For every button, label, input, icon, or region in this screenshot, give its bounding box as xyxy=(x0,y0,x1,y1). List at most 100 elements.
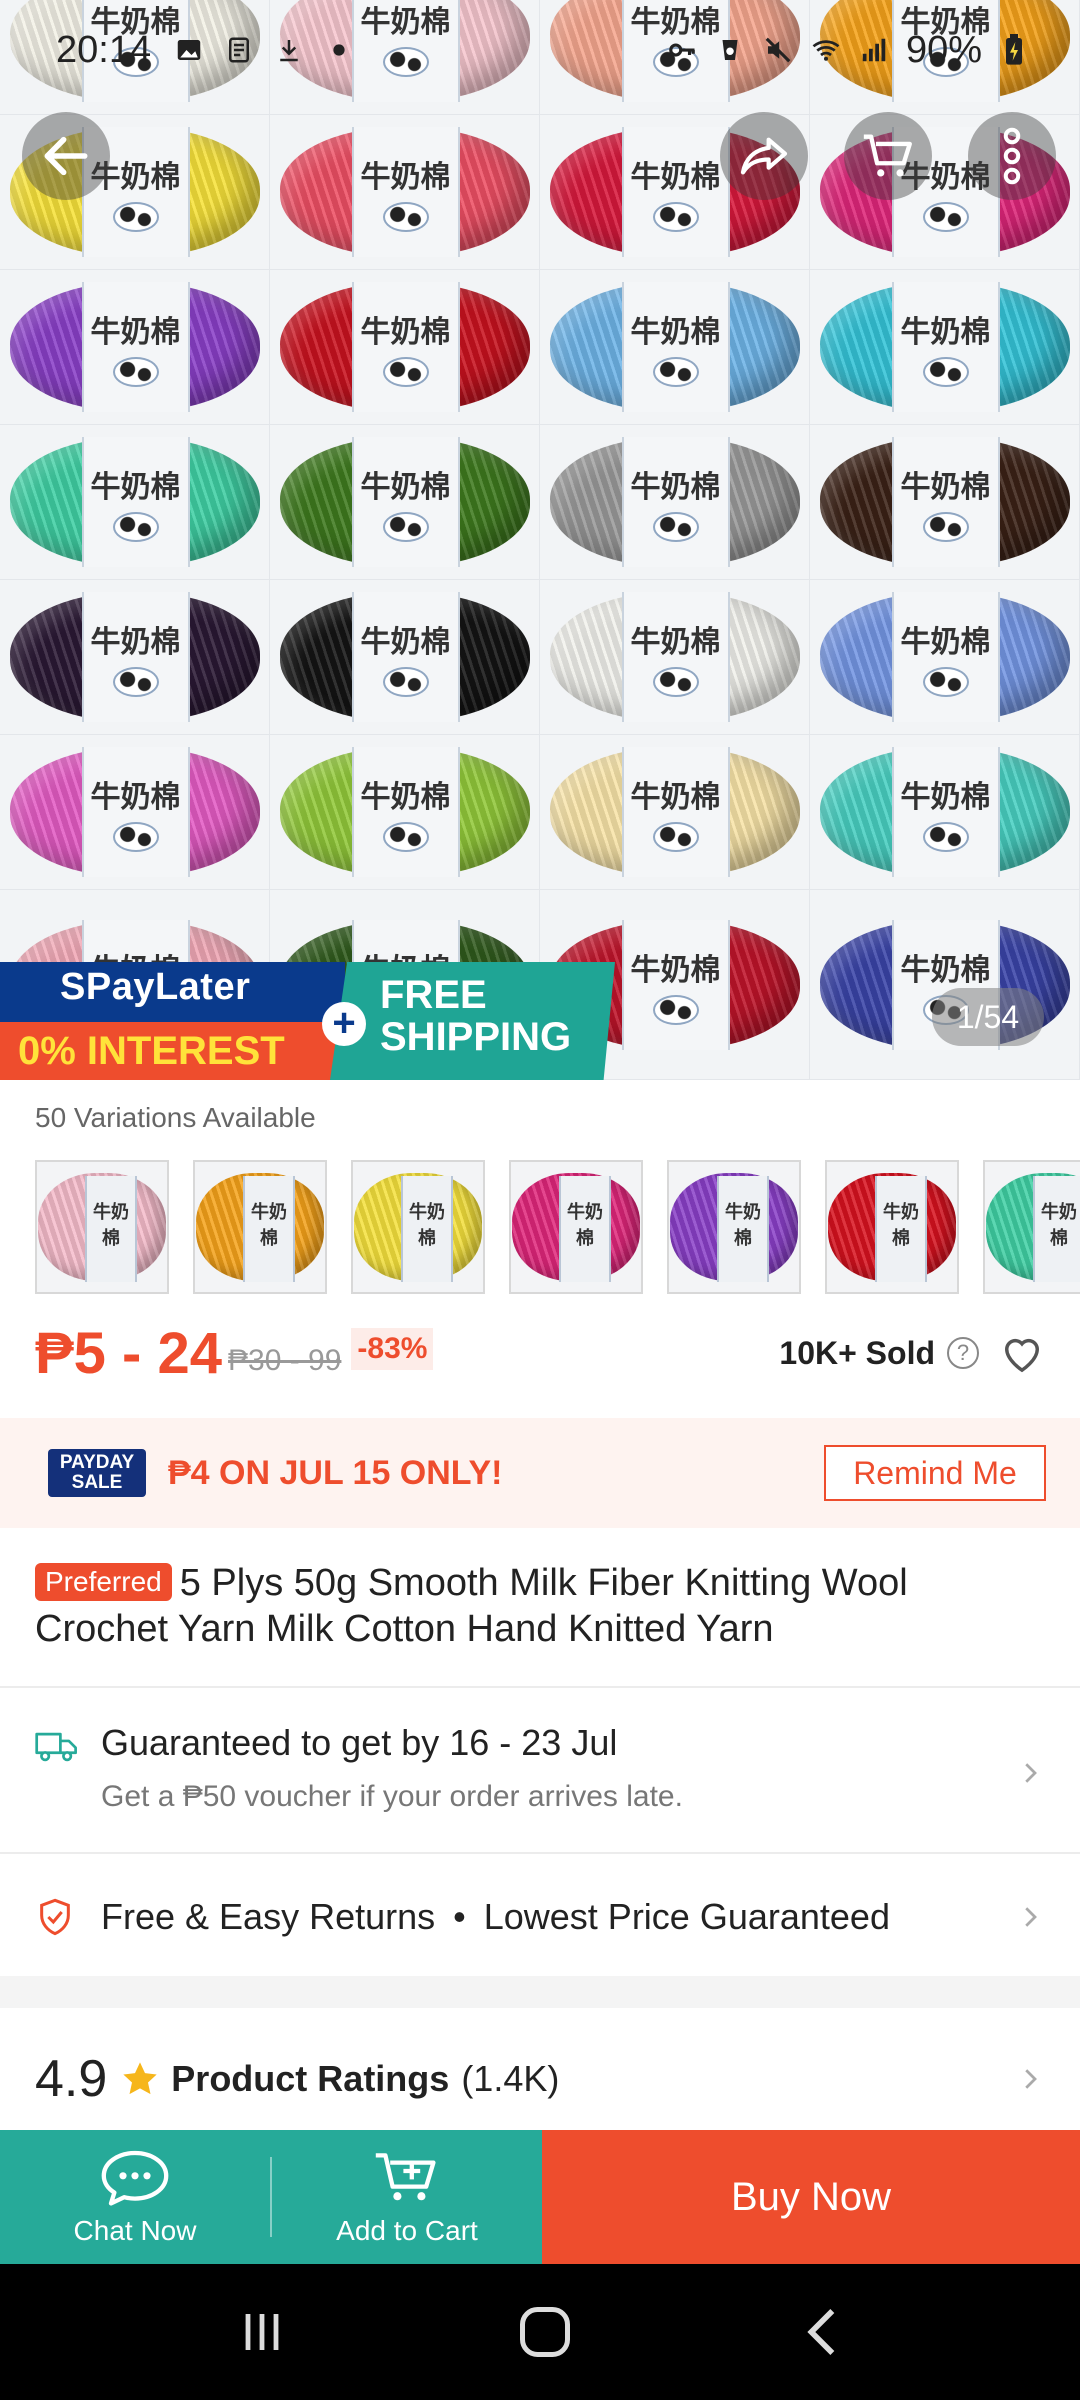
variation-thumbnails[interactable]: 牛奶棉 牛奶棉 牛奶棉 牛奶棉 牛奶棉 牛奶棉 牛奶棉 xyxy=(35,1160,1080,1295)
chevron-right-icon xyxy=(1025,2069,1037,2089)
back-nav-icon[interactable] xyxy=(798,2304,848,2360)
cow-logo-icon xyxy=(382,202,429,232)
yarn-brand-text: 牛奶棉 xyxy=(90,470,181,505)
cart-icon xyxy=(863,134,912,177)
yarn-brand-text: 牛奶棉 xyxy=(360,160,451,195)
yarn-ball-body: 牛奶棉 xyxy=(549,282,800,412)
yarn-ball-body: 牛奶棉 xyxy=(819,747,1070,877)
help-icon[interactable]: ? xyxy=(947,1337,979,1369)
payday-sale-banner: PAYDAY SALE ₱4 ON JUL 15 ONLY! Remind Me xyxy=(0,1418,1080,1528)
home-icon[interactable] xyxy=(515,2302,575,2362)
image-notification-icon xyxy=(173,34,205,66)
cow-logo-icon xyxy=(112,202,159,232)
yarn-brand-text: 牛奶棉 xyxy=(630,952,721,988)
yarn-brand-text: 牛奶棉 xyxy=(900,470,991,505)
buy-now-button[interactable]: Buy Now xyxy=(542,2130,1080,2264)
yarn-ball: 牛奶棉 xyxy=(810,580,1080,735)
notification-icons xyxy=(173,34,355,66)
recent-apps-icon[interactable] xyxy=(232,2307,292,2357)
signal-icon xyxy=(858,34,890,66)
cow-logo-icon xyxy=(112,357,159,387)
promo-banner: SPayLater 0% INTEREST FREE SHIPPING + xyxy=(0,962,620,1080)
cow-logo-icon xyxy=(652,202,699,232)
yarn-ball: 牛奶棉 xyxy=(540,425,810,580)
back-button[interactable] xyxy=(22,112,110,200)
yarn-label: 牛奶棉 xyxy=(621,282,730,412)
variation-thumbnail[interactable]: 牛奶棉 xyxy=(983,1160,1080,1294)
variation-thumbnail[interactable]: 牛奶棉 xyxy=(509,1160,643,1294)
sold-count: 10K+ Sold ? xyxy=(779,1332,1045,1374)
yarn-ball-body: 牛奶棉 xyxy=(9,282,260,412)
cart-button[interactable] xyxy=(844,112,932,200)
variation-thumbnail[interactable]: 牛奶棉 xyxy=(351,1160,485,1294)
variation-label-text: 牛奶棉 xyxy=(875,1176,927,1282)
yarn-ball: 牛奶棉 xyxy=(270,115,540,270)
heart-icon[interactable] xyxy=(999,1332,1045,1374)
yarn-brand-text: 牛奶棉 xyxy=(630,780,721,815)
price-range: ₱5 - 24 xyxy=(35,1320,222,1386)
variation-thumbnail[interactable]: 牛奶棉 xyxy=(193,1160,327,1294)
yarn-ball: 牛奶棉 xyxy=(810,890,1080,1080)
original-price: ₱30 - 99 xyxy=(228,1344,342,1377)
status-bar: 20:14 90% xyxy=(0,0,1080,100)
document-notification-icon xyxy=(223,34,255,66)
more-vertical-icon xyxy=(1003,127,1021,185)
chevron-right-icon xyxy=(1025,1763,1037,1783)
spaylater-title: SPayLater xyxy=(60,966,251,1008)
variations-label: 50 Variations Available xyxy=(35,1102,316,1133)
returns-row[interactable]: Free & Easy Returns • Lowest Price Guara… xyxy=(35,1882,1045,1952)
share-button[interactable] xyxy=(720,112,808,200)
yarn-label: 牛奶棉 xyxy=(81,282,190,412)
chevron-right-icon xyxy=(1025,1907,1037,1927)
yarn-label: 牛奶棉 xyxy=(351,437,460,567)
yarn-label: 牛奶棉 xyxy=(891,592,1000,722)
product-ratings-row[interactable]: 4.9 Product Ratings (1.4K) xyxy=(35,2044,1045,2114)
cow-logo-icon xyxy=(382,512,429,542)
spaylater-banner: SPayLater 0% INTEREST xyxy=(0,962,345,1080)
cow-logo-icon xyxy=(112,512,159,542)
cow-logo-icon xyxy=(652,994,699,1025)
divider xyxy=(0,1852,1080,1854)
more-options-button[interactable] xyxy=(968,112,1056,200)
product-image-carousel[interactable]: 牛奶棉 牛奶棉 牛奶棉 牛奶棉 牛奶棉 牛奶棉 牛奶棉 牛奶棉 牛奶棉 牛奶棉 牛奶棉 牛奶棉 牛奶棉牛… xyxy=(0,0,1080,1080)
section-gap xyxy=(0,1976,1080,2008)
remind-me-button[interactable]: Remind Me xyxy=(824,1445,1046,1501)
yarn-label: 牛奶棉 xyxy=(351,282,460,412)
cow-logo-icon xyxy=(652,512,699,542)
battery-percent: 90% xyxy=(905,28,982,71)
yarn-brand-text: 牛奶棉 xyxy=(360,470,451,505)
lowest-price-text: Lowest Price Guaranteed xyxy=(483,1896,890,1937)
yarn-label: 牛奶棉 xyxy=(81,437,190,567)
variation-thumbnail[interactable]: 牛奶棉 xyxy=(825,1160,959,1294)
add-to-cart-button[interactable]: Add to Cart xyxy=(272,2130,542,2264)
yarn-label: 牛奶棉 xyxy=(891,437,1000,567)
yarn-brand-text: 牛奶棉 xyxy=(630,470,721,505)
yarn-label: 牛奶棉 xyxy=(621,592,730,722)
cow-logo-icon xyxy=(382,667,429,697)
vpn-key-icon xyxy=(666,34,698,66)
yarn-ball-body: 牛奶棉 xyxy=(819,592,1070,722)
yarn-ball: 牛奶棉 xyxy=(0,425,270,580)
discount-badge: -83% xyxy=(351,1328,434,1370)
yarn-ball: 牛奶棉 xyxy=(0,735,270,890)
cow-logo-icon xyxy=(922,202,969,232)
arrow-left-icon xyxy=(44,136,88,176)
bottom-action-bar: Chat Now Add to Cart Buy Now xyxy=(0,2130,1080,2264)
variation-thumbnail[interactable]: 牛奶棉 xyxy=(35,1160,169,1294)
star-icon xyxy=(123,2062,157,2095)
shipping-guarantee-row[interactable]: Guaranteed to get by 16 - 23 Jul Get a ₱… xyxy=(35,1718,1045,1828)
chat-now-button[interactable]: Chat Now xyxy=(0,2130,270,2264)
system-icons: 90% xyxy=(666,29,1030,72)
yarn-ball-body: 牛奶棉 xyxy=(279,437,530,567)
cow-logo-icon xyxy=(922,667,969,697)
free-shipping-text: FREE SHIPPING xyxy=(380,973,572,1059)
truck-icon xyxy=(35,1732,77,1762)
yarn-ball: 牛奶棉 xyxy=(270,580,540,735)
yarn-ball-body: 牛奶棉 xyxy=(819,437,1070,567)
yarn-label: 牛奶棉 xyxy=(621,747,730,877)
cow-logo-icon xyxy=(112,667,159,697)
variation-thumbnail[interactable]: 牛奶棉 xyxy=(667,1160,801,1294)
cow-logo-icon xyxy=(112,822,159,852)
yarn-brand-text: 牛奶棉 xyxy=(900,625,991,660)
variation-label-text: 牛奶棉 xyxy=(1033,1176,1080,1282)
